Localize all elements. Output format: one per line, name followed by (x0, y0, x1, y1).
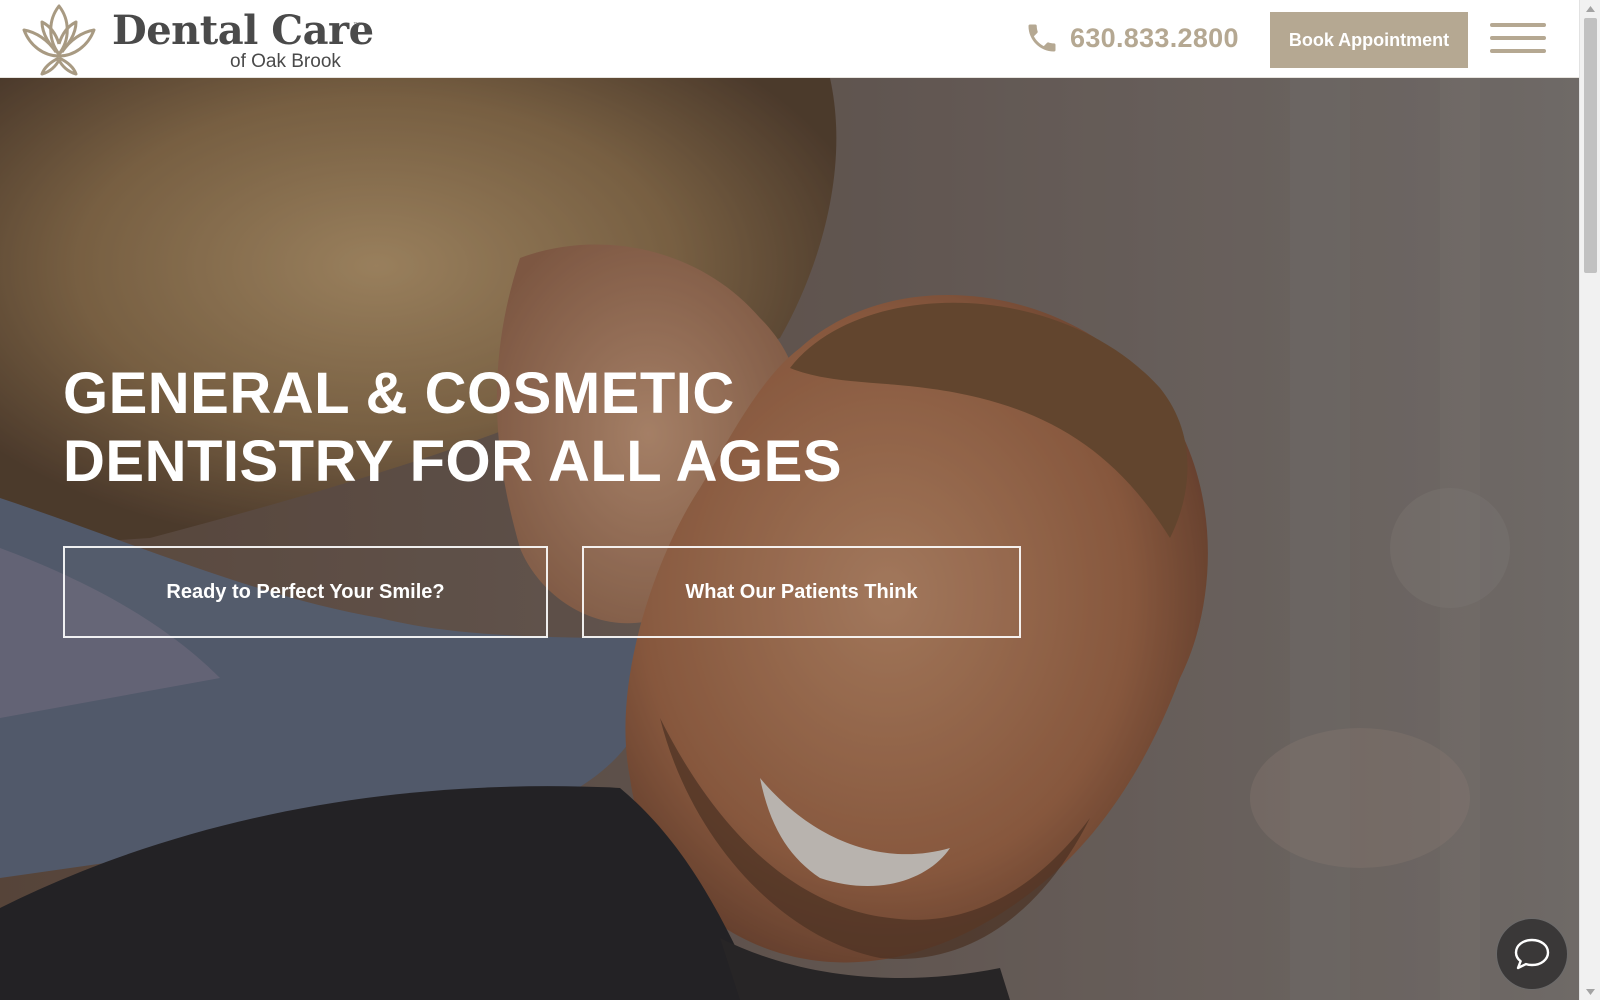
logo-location: of Oak Brook (230, 51, 341, 72)
site-header: Dental Care ™ of Oak Brook 630.833.2800 … (0, 0, 1579, 78)
page-scrollbar[interactable] (1579, 0, 1600, 1000)
hero-overlay (0, 78, 1579, 1000)
hero-section: GENERAL & COSMETIC DENTISTRY FOR ALL AGE… (0, 78, 1579, 1000)
hamburger-menu-icon[interactable] (1488, 20, 1546, 58)
hero-heading: GENERAL & COSMETIC DENTISTRY FOR ALL AGE… (63, 360, 963, 496)
logo-trademark: ™ (353, 22, 360, 29)
logo-title: Dental Care (112, 7, 374, 54)
hero-heading-line-2: DENTISTRY FOR ALL AGES (63, 429, 843, 494)
chat-bubble-icon (1514, 938, 1550, 970)
patient-reviews-button[interactable]: What Our Patients Think (582, 546, 1021, 638)
scroll-down-icon[interactable] (1580, 983, 1600, 1000)
phone-icon (1028, 24, 1056, 52)
logo-link[interactable]: Dental Care ™ of Oak Brook (20, 0, 374, 76)
scroll-up-icon[interactable] (1580, 0, 1600, 17)
lotus-logo-icon (22, 4, 96, 76)
chat-button[interactable] (1496, 918, 1568, 990)
scrollbar-thumb[interactable] (1584, 18, 1597, 273)
phone-link[interactable]: 630.833.2800 (1024, 18, 1239, 58)
perfect-smile-button[interactable]: Ready to Perfect Your Smile? (63, 546, 548, 638)
hero-heading-line-1: GENERAL & COSMETIC (63, 361, 735, 426)
book-appointment-button[interactable]: Book Appointment (1270, 12, 1468, 68)
phone-number: 630.833.2800 (1070, 22, 1239, 53)
